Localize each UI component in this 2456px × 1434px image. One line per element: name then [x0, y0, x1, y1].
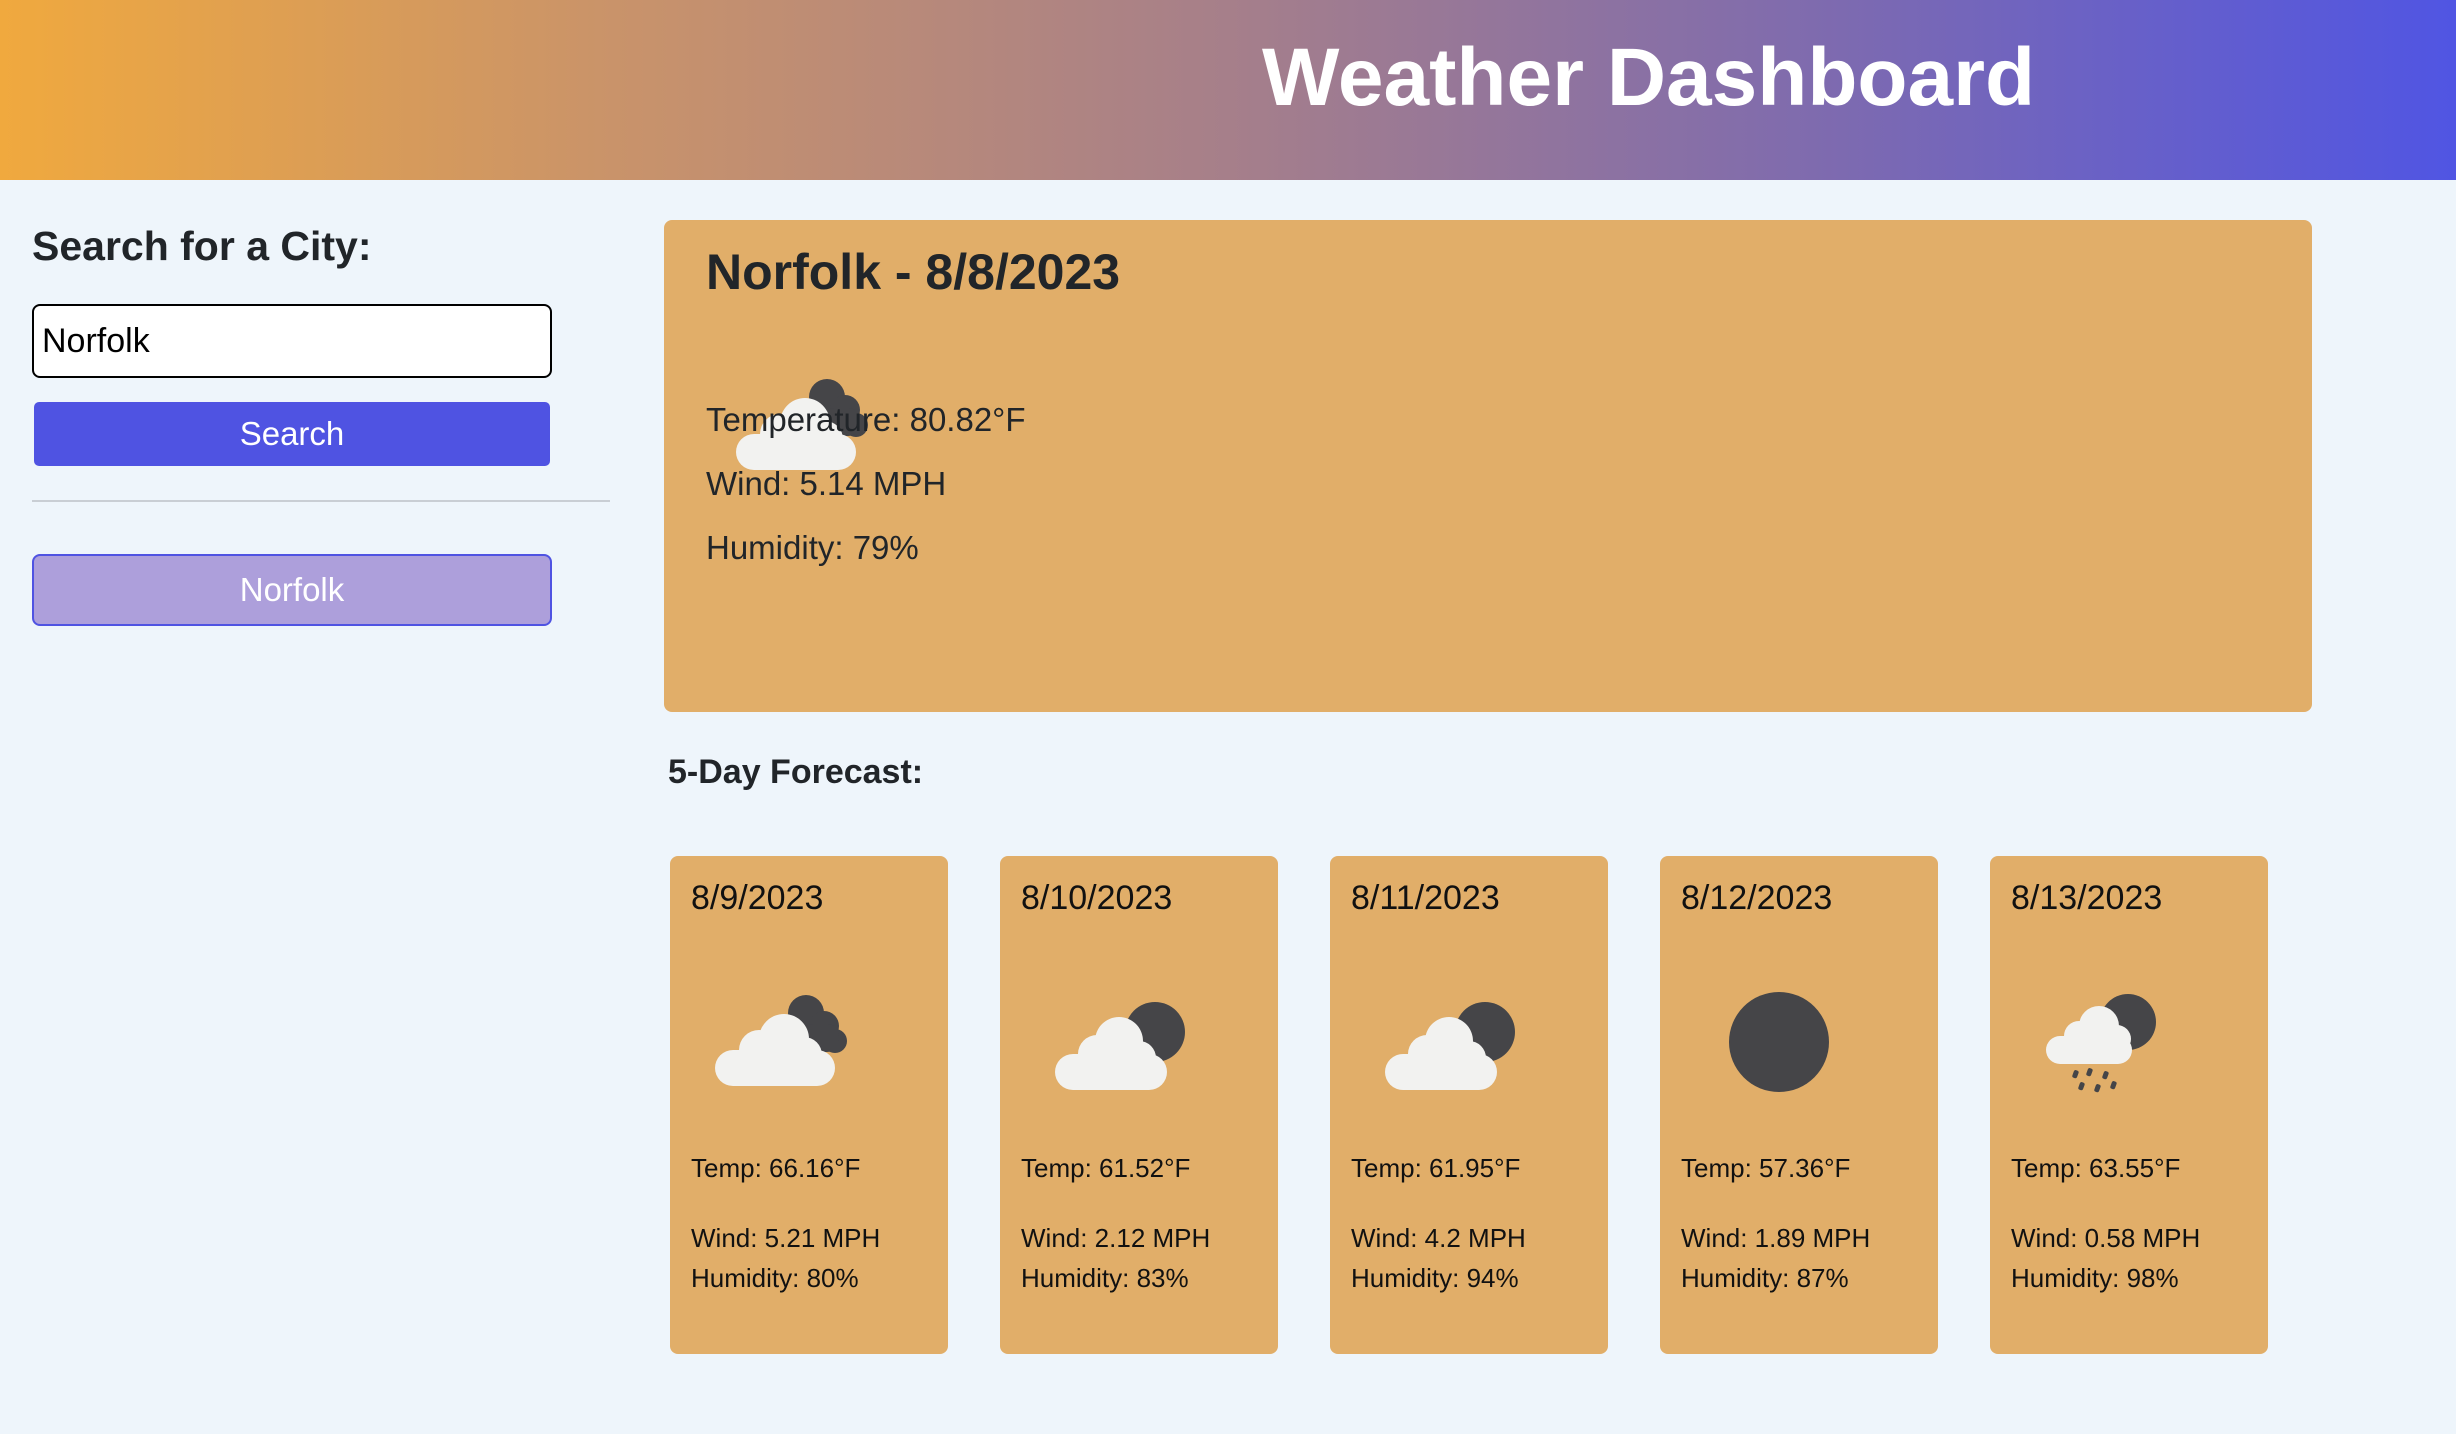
few-clouds-night-icon: [1055, 1002, 1185, 1090]
current-temperature: Temperature: 80.82°F: [706, 401, 1026, 438]
sidebar-divider: [32, 500, 610, 502]
forecast-wind: Wind: 5.21 MPH: [691, 1223, 881, 1253]
forecast-card: 8/13/2023 Temp: 63.55°F Wind: 0.58 MPH H…: [1990, 856, 2268, 1354]
forecast-date: 8/13/2023: [2011, 879, 2163, 917]
page: Weather Dashboard Search for a City: Sea…: [0, 0, 2456, 1434]
broken-clouds-icon: [715, 995, 847, 1086]
forecast-humidity: Humidity: 80%: [691, 1263, 859, 1293]
forecast-humidity: Humidity: 87%: [1681, 1263, 1849, 1293]
history-button-norfolk[interactable]: Norfolk: [32, 554, 552, 626]
current-city-date: Norfolk - 8/8/2023: [706, 244, 1121, 300]
forecast-temp: Temp: 61.95°F: [1351, 1153, 1521, 1183]
few-clouds-night-icon: [1385, 1002, 1515, 1090]
forecast-wind: Wind: 4.2 MPH: [1351, 1223, 1526, 1253]
forecast-date: 8/12/2023: [1681, 879, 1833, 917]
forecast-card: 8/10/2023 Temp: 61.52°F Wind: 2.12 MPH H…: [1000, 856, 1278, 1354]
city-search-input[interactable]: [32, 304, 552, 378]
rain-night-icon: [2046, 994, 2156, 1093]
current-weather-card: Norfolk - 8/8/2023 Temperature: 80.82°F …: [664, 220, 2312, 712]
forecast-date: 8/11/2023: [1351, 879, 1500, 917]
page-title: Weather Dashboard: [1262, 32, 2036, 123]
forecast-temp: Temp: 66.16°F: [691, 1153, 861, 1183]
search-button[interactable]: Search: [34, 402, 550, 466]
search-heading: Search for a City:: [32, 223, 372, 269]
header-banner: Weather Dashboard: [0, 0, 2456, 180]
forecast-humidity: Humidity: 94%: [1351, 1263, 1519, 1293]
forecast-heading: 5-Day Forecast:: [668, 753, 924, 791]
current-humidity: Humidity: 79%: [706, 529, 919, 566]
forecast-temp: Temp: 61.52°F: [1021, 1153, 1191, 1183]
forecast-date: 8/9/2023: [691, 879, 824, 917]
forecast-humidity: Humidity: 98%: [2011, 1263, 2179, 1293]
clear-night-icon: [1729, 992, 1829, 1092]
forecast-card: 8/12/2023 Temp: 57.36°F Wind: 1.89 MPH H…: [1660, 856, 1938, 1354]
forecast-date: 8/10/2023: [1021, 879, 1173, 917]
forecast-temp: Temp: 63.55°F: [2011, 1153, 2181, 1183]
forecast-wind: Wind: 2.12 MPH: [1021, 1223, 1211, 1253]
forecast-wind: Wind: 0.58 MPH: [2011, 1223, 2201, 1253]
current-wind: Wind: 5.14 MPH: [706, 465, 947, 502]
forecast-card: 8/9/2023 Temp: 66.16°F Wind: 5.21 MPH Hu…: [670, 856, 948, 1354]
forecast-card: 8/11/2023 Temp: 61.95°F Wind: 4.2 MPH Hu…: [1330, 856, 1608, 1354]
forecast-humidity: Humidity: 83%: [1021, 1263, 1189, 1293]
forecast-temp: Temp: 57.36°F: [1681, 1153, 1851, 1183]
forecast-wind: Wind: 1.89 MPH: [1681, 1223, 1871, 1253]
